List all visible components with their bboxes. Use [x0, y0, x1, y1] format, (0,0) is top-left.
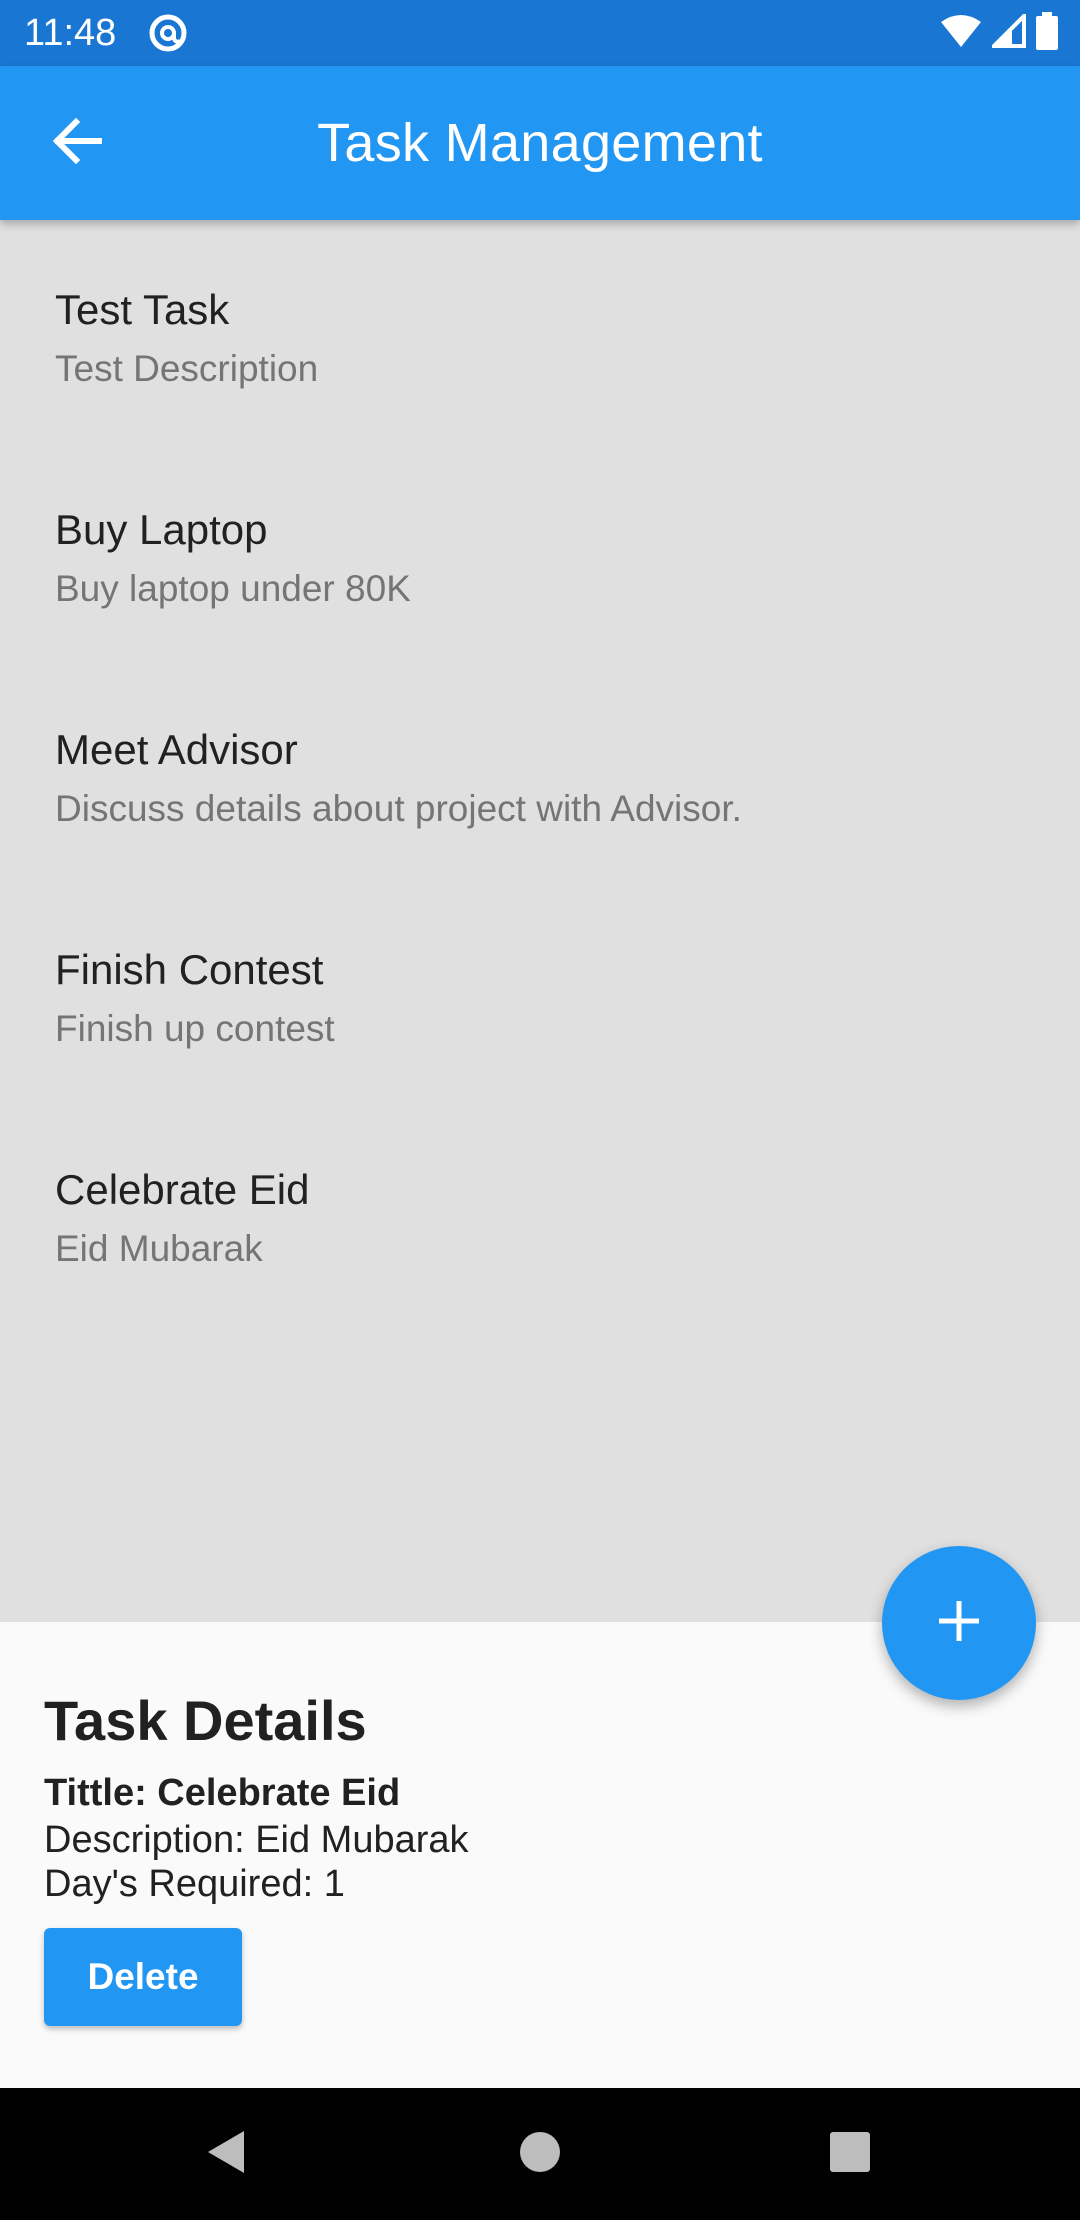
back-button[interactable]: [40, 111, 114, 175]
nav-back-button[interactable]: [166, 2088, 286, 2220]
task-title: Meet Advisor: [55, 726, 298, 773]
page-title: Task Management: [317, 113, 763, 173]
task-item-celebrate-eid[interactable]: Celebrate Eid Eid Mubarak: [0, 1100, 1080, 1300]
at-sign-icon: [148, 13, 188, 53]
task-item-meet-advisor[interactable]: Meet Advisor Discuss details about proje…: [0, 660, 1080, 860]
task-title: Finish Contest: [55, 946, 324, 993]
wifi-icon: [940, 14, 982, 53]
delete-button[interactable]: Delete: [44, 1928, 242, 2026]
battery-icon: [1036, 11, 1058, 55]
task-item-finish-contest[interactable]: Finish Contest Finish up contest: [0, 880, 1080, 1080]
status-icons: [940, 10, 1058, 56]
plus-icon: [937, 1599, 981, 1648]
app-bar: Task Management: [0, 66, 1080, 220]
task-details-title: Tittle: Celebrate Eid: [44, 1772, 401, 1814]
navigation-bar: [0, 2088, 1080, 2220]
nav-recents-icon: [829, 2131, 871, 2178]
task-title: Buy Laptop: [55, 506, 268, 553]
add-task-button[interactable]: [882, 1546, 1036, 1700]
task-description: Test Description: [55, 348, 319, 389]
status-time: 11:48: [24, 12, 117, 54]
nav-back-icon: [206, 2129, 246, 2180]
signal-icon: [989, 10, 1026, 53]
task-details-heading: Task Details: [44, 1689, 367, 1752]
task-title: Test Task: [55, 286, 230, 333]
arrow-back-icon: [52, 117, 103, 169]
task-item-buy-laptop[interactable]: Buy Laptop Buy laptop under 80K: [0, 440, 1080, 640]
task-description: Buy laptop under 80K: [55, 568, 411, 609]
nav-home-button[interactable]: [480, 2088, 600, 2220]
status-bar: 11:48: [0, 0, 1080, 66]
nav-home-icon: [519, 2131, 561, 2178]
task-details-days: Day's Required: 1: [44, 1863, 345, 1905]
task-item-test-task[interactable]: Test Task Test Description: [0, 220, 1080, 420]
task-description: Eid Mubarak: [55, 1228, 263, 1269]
nav-recents-button[interactable]: [790, 2088, 910, 2220]
task-description: Finish up contest: [55, 1008, 335, 1049]
task-list: Test Task Test Description Buy Laptop Bu…: [0, 220, 1080, 1622]
task-details-description: Description: Eid Mubarak: [44, 1819, 469, 1861]
task-description: Discuss details about project with Advis…: [55, 788, 742, 829]
task-details-sheet: Task Details Tittle: Celebrate Eid Descr…: [0, 1622, 1080, 2088]
task-title: Celebrate Eid: [55, 1166, 310, 1213]
